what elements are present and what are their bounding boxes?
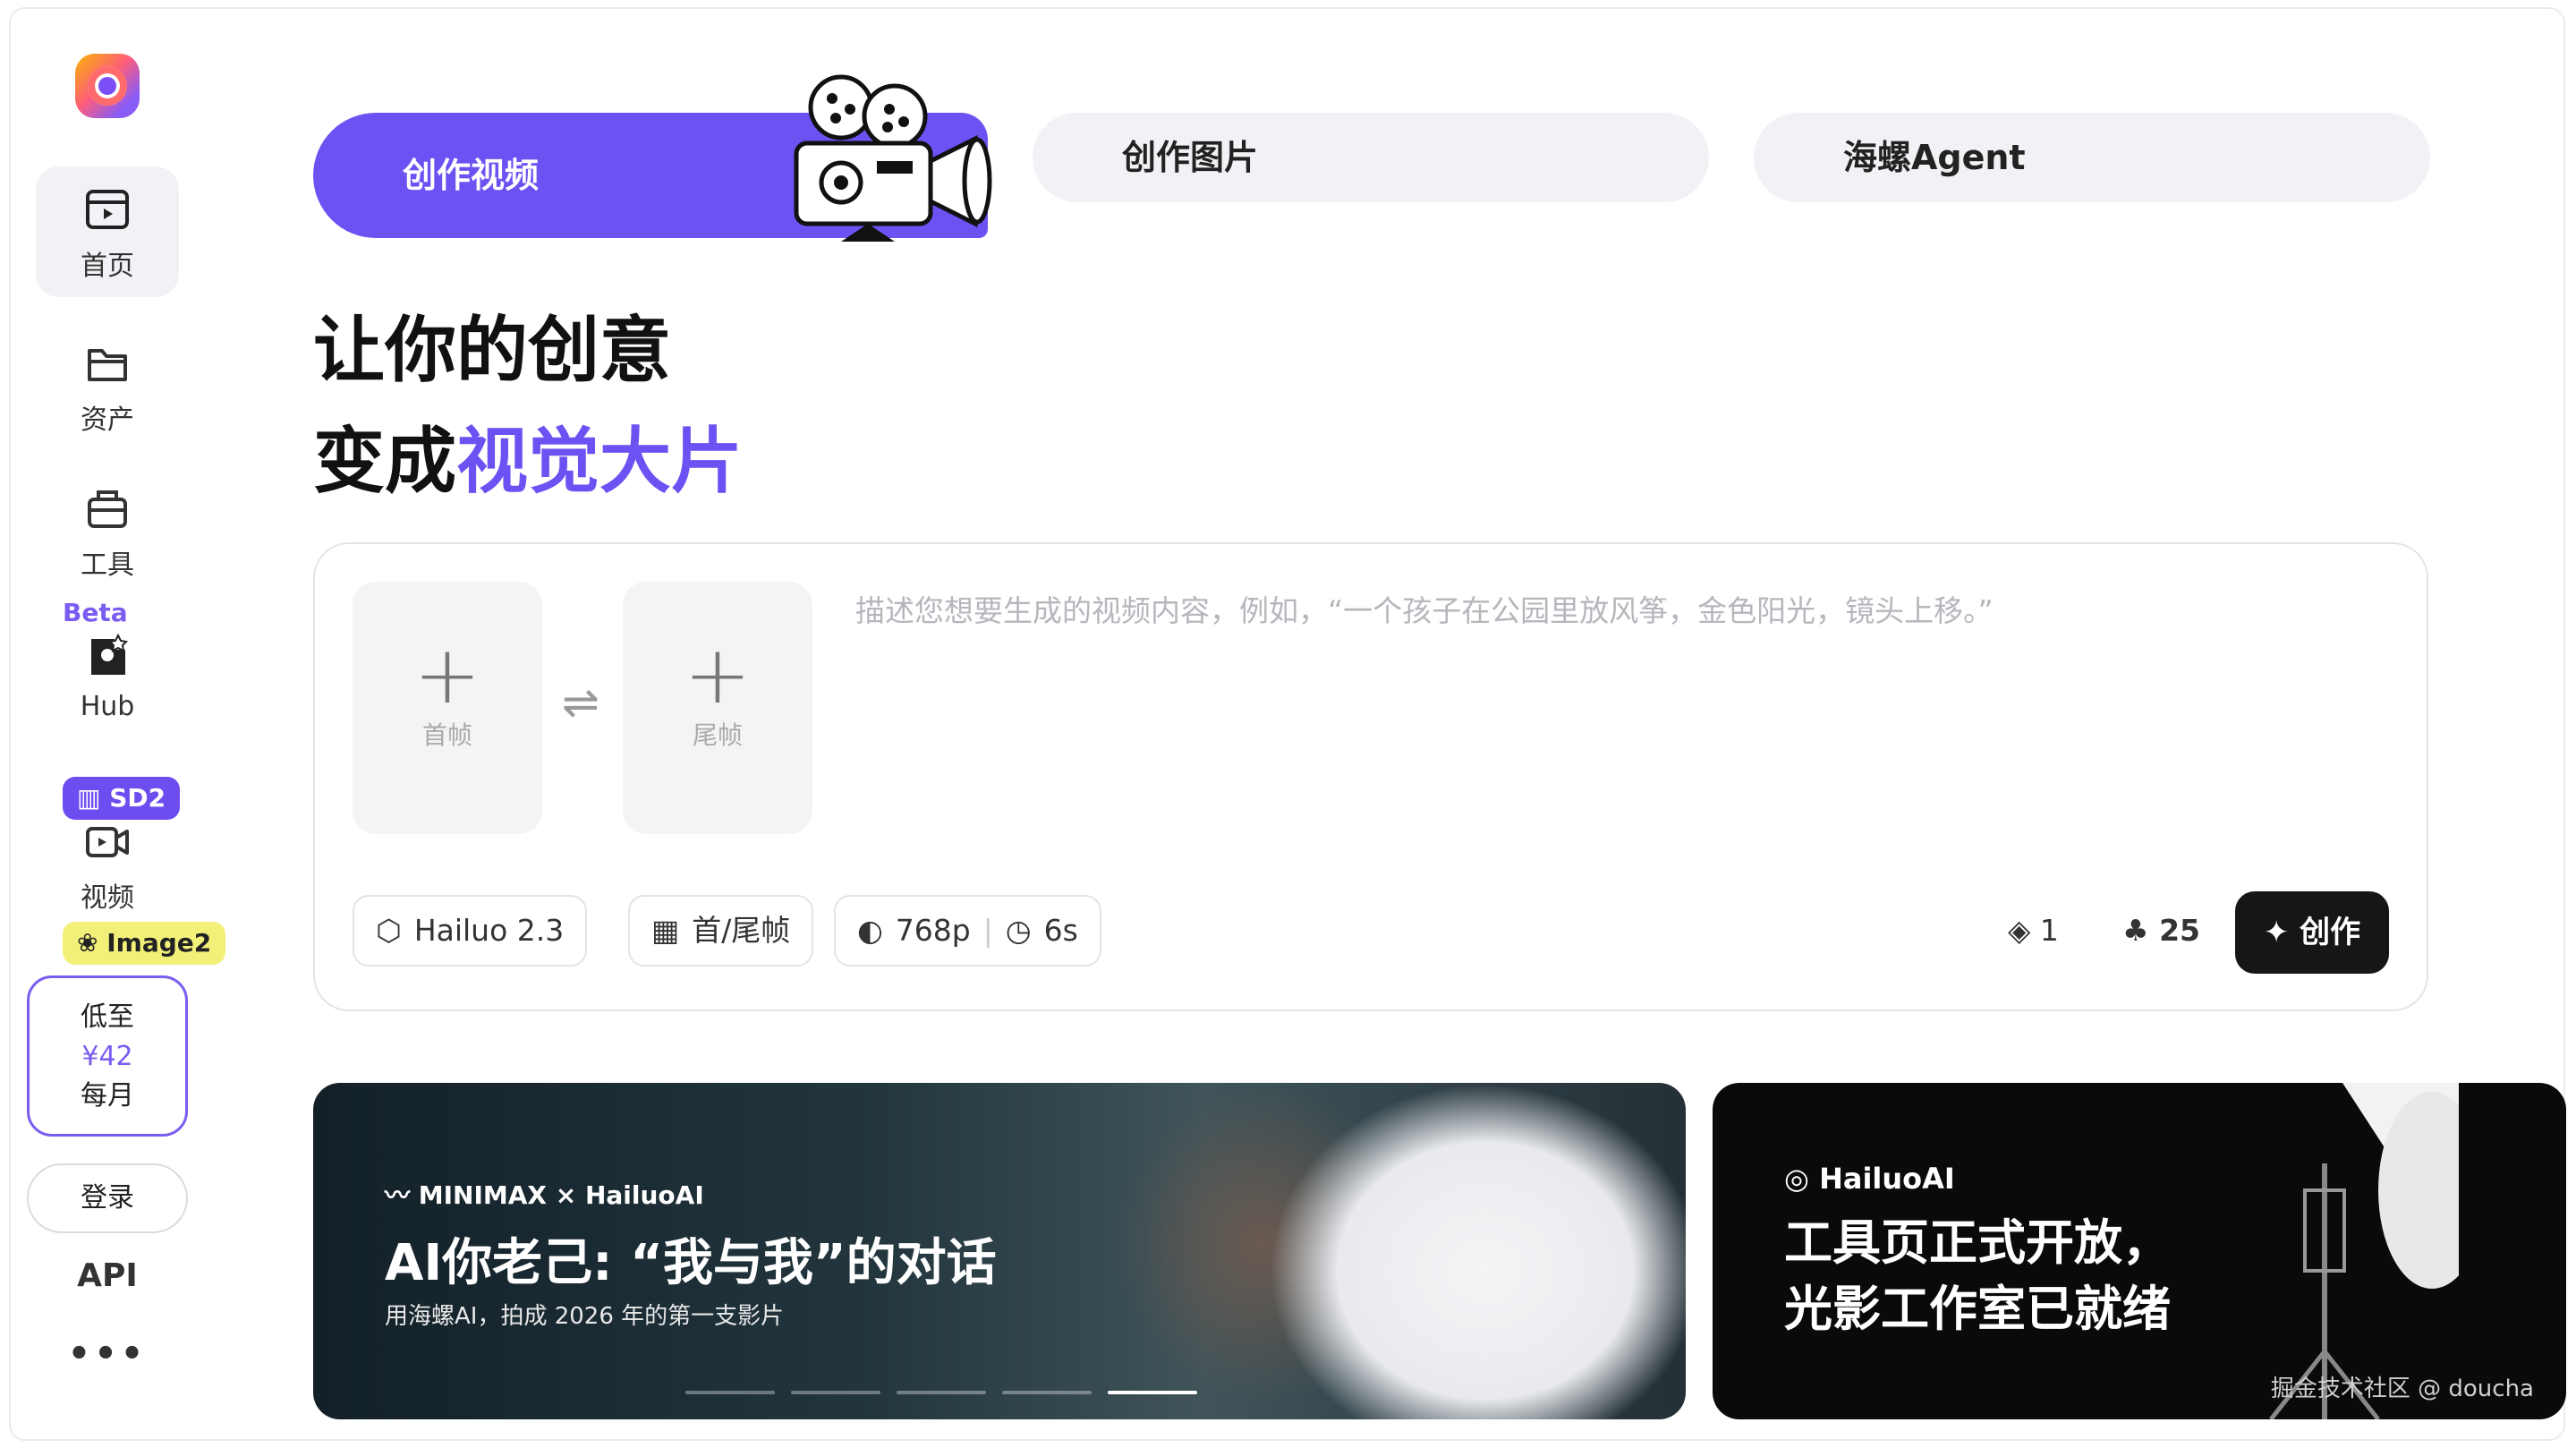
movie-camera-illustration xyxy=(794,74,992,242)
pricing-promo[interactable]: 低至 ¥42 每月 xyxy=(27,975,188,1137)
plus-icon: + xyxy=(684,628,752,722)
carousel-dot[interactable] xyxy=(791,1391,880,1394)
divider: | xyxy=(982,913,993,948)
layers-icon: ◈ xyxy=(2008,913,2031,948)
banner-brand: 〰 MINIMAX × HailuoAI xyxy=(385,1180,704,1210)
banner-subtitle: 用海螺AI，拍成 2026 年的第一支影片 xyxy=(385,1303,785,1330)
promo-banner-video[interactable]: 〰 MINIMAX × HailuoAI AI你老己: “我与我”的对话 用海螺… xyxy=(313,1083,1686,1419)
tab-hailuo-agent[interactable]: 海螺Agent xyxy=(1754,113,2430,202)
beta-badge: Beta xyxy=(63,598,128,627)
sidebar-item-label: 工具 xyxy=(81,549,134,581)
resolution-icon: ◐ xyxy=(857,913,883,948)
banner-title: AI你老己: “我与我”的对话 xyxy=(385,1234,997,1292)
carousel-dot-active[interactable] xyxy=(1108,1391,1197,1394)
banner-brand: ◎ HailuoAI xyxy=(1784,1162,1955,1196)
promo-line: 每月 xyxy=(81,1080,134,1112)
watermark-text: 掘金技术社区 @ doucha xyxy=(2270,1376,2534,1402)
first-frame-upload[interactable]: + 首帧 xyxy=(353,582,542,834)
sidebar-item-label: 首页 xyxy=(81,251,134,282)
studio-light-illustration xyxy=(2269,1083,2459,1419)
model-selector[interactable]: ⬡ Hailuo 2.3 xyxy=(353,895,588,967)
bar-chart-icon: ▥ xyxy=(77,783,101,813)
sidebar-item-label: 视频 xyxy=(81,882,134,914)
headline-highlight: 视觉大片 xyxy=(456,420,743,503)
hailuo-logo[interactable] xyxy=(75,54,140,118)
sidebar-item-tools[interactable]: 工具 xyxy=(36,483,179,582)
carousel-dot[interactable] xyxy=(1002,1391,1092,1394)
sidebar-item-home[interactable]: 首页 xyxy=(36,166,179,297)
headline-line2: 变成视觉大片 xyxy=(313,420,743,503)
carousel-dot[interactable] xyxy=(897,1391,986,1394)
credits-display: ♣ 25 xyxy=(2122,913,2201,948)
sparkle-icon: ✦ xyxy=(2263,915,2290,950)
sd2-badge: ▥ SD2 xyxy=(63,777,181,820)
login-button[interactable]: 登录 xyxy=(27,1163,188,1233)
plus-icon: + xyxy=(413,628,481,722)
film-icon: ▦ xyxy=(651,913,680,948)
minimax-wave-icon: 〰 xyxy=(385,1180,411,1210)
mode-selector[interactable]: ▦ 首/尾帧 xyxy=(628,895,814,967)
clock-icon: ◷ xyxy=(1005,913,1032,948)
promo-line: 低至 xyxy=(81,1001,134,1033)
sidebar-item-label: 资产 xyxy=(81,405,134,436)
banner-title: 工具页正式开放， 光影工作室已就绪 xyxy=(1784,1214,2171,1337)
toolbox-icon xyxy=(88,490,127,528)
hub-image-icon xyxy=(91,633,129,675)
sidebar-item-video[interactable]: 视频 xyxy=(36,816,179,915)
sidebar-item-assets[interactable]: 资产 xyxy=(36,338,179,437)
last-frame-label: 尾帧 xyxy=(692,720,743,750)
home-icon xyxy=(86,190,129,229)
promo-banner-tools[interactable]: ◎ HailuoAI 工具页正式开放， 光影工作室已就绪 掘金技术社区 @ do… xyxy=(1713,1083,2566,1419)
first-frame-label: 首帧 xyxy=(421,720,472,750)
page-headline: 让你的创意 变成视觉大片 xyxy=(313,295,743,517)
shell-icon: ♣ xyxy=(2122,913,2149,948)
prompt-input[interactable]: 描述您想要生成的视频内容，例如，“一个孩子在公园里放风筝，金色阳光，镜头上移。” xyxy=(855,587,1994,630)
flower-icon: ❀ xyxy=(77,928,98,958)
promo-price: ¥42 xyxy=(81,1041,133,1072)
sidebar-item-label: Hub xyxy=(80,691,135,722)
cube-icon: ⬡ xyxy=(376,913,402,948)
more-menu-button[interactable]: ••• xyxy=(36,1333,179,1375)
swap-icon[interactable]: ⇌ xyxy=(562,677,599,728)
tab-create-image[interactable]: 创作图片 xyxy=(1033,113,1709,202)
headline-line1: 让你的创意 xyxy=(313,309,671,392)
carousel-dot[interactable] xyxy=(685,1391,775,1394)
carousel-indicators[interactable] xyxy=(685,1391,1197,1394)
video-camera-icon xyxy=(86,827,129,857)
create-button[interactable]: ✦ 创作 xyxy=(2235,891,2389,974)
image2-badge: ❀ Image2 xyxy=(63,922,226,965)
generation-count[interactable]: ◈ 1 xyxy=(2008,895,2059,967)
last-frame-upload[interactable]: + 尾帧 xyxy=(623,582,812,834)
resolution-duration-selector[interactable]: ◐ 768p | ◷ 6s xyxy=(834,895,1101,967)
prompt-card: + 首帧 ⇌ + 尾帧 描述您想要生成的视频内容，例如，“一个孩子在公园里放风筝… xyxy=(313,542,2428,1011)
api-link[interactable]: API xyxy=(36,1257,179,1294)
folder-icon xyxy=(88,349,127,381)
sidebar-item-hub[interactable]: Hub xyxy=(36,632,179,722)
hailuo-logo-icon: ◎ xyxy=(1784,1162,1809,1196)
